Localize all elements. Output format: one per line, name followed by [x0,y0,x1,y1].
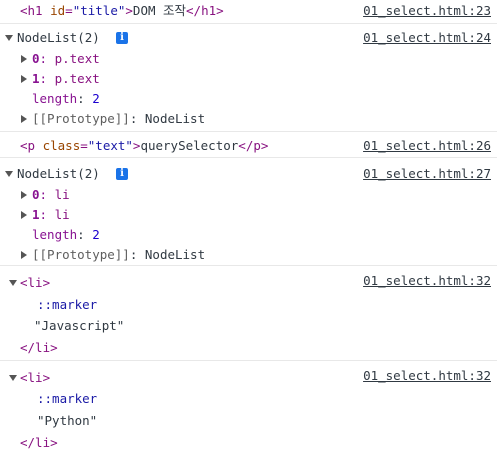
console-message-h1: <h1 id="title">DOM 조작</h1> 01_select.htm… [0,0,497,24]
item-value: li [54,187,70,202]
source-link[interactable]: 01_select.html:23 [363,3,491,19]
item-index: 0 [32,187,40,202]
h1-element[interactable]: <h1 id="title">DOM 조작</h1> [20,3,224,19]
nodelist-prototype[interactable]: [[Prototype]]: NodeList [32,247,205,263]
expand-triangle-icon[interactable] [5,35,13,41]
console-message-li-python: <li> 01_select.html:32 ::marker "Python"… [0,362,497,454]
nodelist-item[interactable]: 0: p.text [32,51,100,67]
nodelist-item[interactable]: 1: li [32,207,70,223]
item-sep: : [39,71,55,86]
prototype-sep: : [129,111,145,126]
nodelist-item[interactable]: 1: p.text [32,71,100,87]
item-sep: : [39,51,55,66]
expand-triangle-icon[interactable] [9,280,17,286]
console-message-nodelist-li: NodeList(2) i 01_select.html:27 0: li 1:… [0,159,497,266]
h1-text: DOM 조작 [132,3,187,18]
prototype-key: [[Prototype]] [32,247,130,262]
console-panel: <h1 id="title">DOM 조작</h1> 01_select.htm… [0,0,497,454]
li-close-tag: </li> [20,435,58,450]
prototype-value: NodeList [144,111,206,126]
item-value: p.text [54,71,100,86]
console-message-p: <p class="text">querySelector</p> 01_sel… [0,133,497,158]
p-attr-eq: = [80,138,88,153]
nodelist-header[interactable]: NodeList(2) [17,30,100,46]
li-text[interactable]: "Javascript" [34,318,124,334]
h1-open-close: > [125,3,133,18]
li-open-tag[interactable]: <li> [20,370,50,386]
li-marker[interactable]: ::marker [37,391,97,407]
source-link[interactable]: 01_select.html:24 [363,30,491,46]
source-link[interactable]: 01_select.html:32 [363,273,491,289]
nodelist-header[interactable]: NodeList(2) [17,166,100,182]
item-sep: : [39,187,55,202]
p-open-tag: <p [20,138,36,153]
nodelist-length: length: 2 [32,227,100,243]
p-element[interactable]: <p class="text">querySelector</p> [20,138,268,154]
length-value: 2 [92,91,100,106]
p-close-tag: </p> [238,138,269,153]
h1-open-tag: <h1 [20,3,43,18]
source-link[interactable]: 01_select.html:26 [363,138,491,154]
collapse-triangle-icon[interactable] [21,55,27,63]
expand-triangle-icon[interactable] [5,171,13,177]
item-sep: : [39,207,55,222]
collapse-triangle-icon[interactable] [21,251,27,259]
collapse-triangle-icon[interactable] [21,191,27,199]
source-link[interactable]: 01_select.html:32 [363,368,491,384]
prototype-key: [[Prototype]] [32,111,130,126]
li-open-tag[interactable]: <li> [20,275,50,291]
nodelist-length: length: 2 [32,91,100,107]
length-value: 2 [92,227,100,242]
li-close-tag: </li> [20,340,58,355]
length-key: length [32,227,78,242]
prototype-sep: : [129,247,145,262]
li-text[interactable]: "Python" [37,413,97,429]
info-icon[interactable]: i [116,168,128,180]
collapse-triangle-icon[interactable] [21,115,27,123]
prototype-value: NodeList [144,247,206,262]
p-attr-name: class [42,138,81,153]
item-index: 0 [32,51,40,66]
item-value: p.text [54,51,100,66]
source-link[interactable]: 01_select.html:27 [363,166,491,182]
h1-attr-value: "title" [72,3,126,18]
expand-triangle-icon[interactable] [9,375,17,381]
item-value: li [54,207,70,222]
collapse-triangle-icon[interactable] [21,211,27,219]
length-sep: : [77,91,93,106]
nodelist-prototype[interactable]: [[Prototype]]: NodeList [32,111,205,127]
nodelist-item[interactable]: 0: li [32,187,70,203]
length-sep: : [77,227,93,242]
h1-attr-name: id [50,3,66,18]
h1-close-tag: </h1> [186,3,224,18]
console-message-li-javascript: <li> 01_select.html:32 ::marker "Javascr… [0,267,497,361]
console-message-nodelist-p: NodeList(2) i 01_select.html:24 0: p.tex… [0,25,497,132]
li-marker[interactable]: ::marker [37,297,97,313]
info-icon[interactable]: i [116,32,128,44]
p-text: querySelector [140,138,239,153]
item-index: 1 [32,71,40,86]
length-key: length [32,91,78,106]
item-index: 1 [32,207,40,222]
h1-attr-eq: = [65,3,73,18]
collapse-triangle-icon[interactable] [21,75,27,83]
p-attr-value: "text" [87,138,133,153]
